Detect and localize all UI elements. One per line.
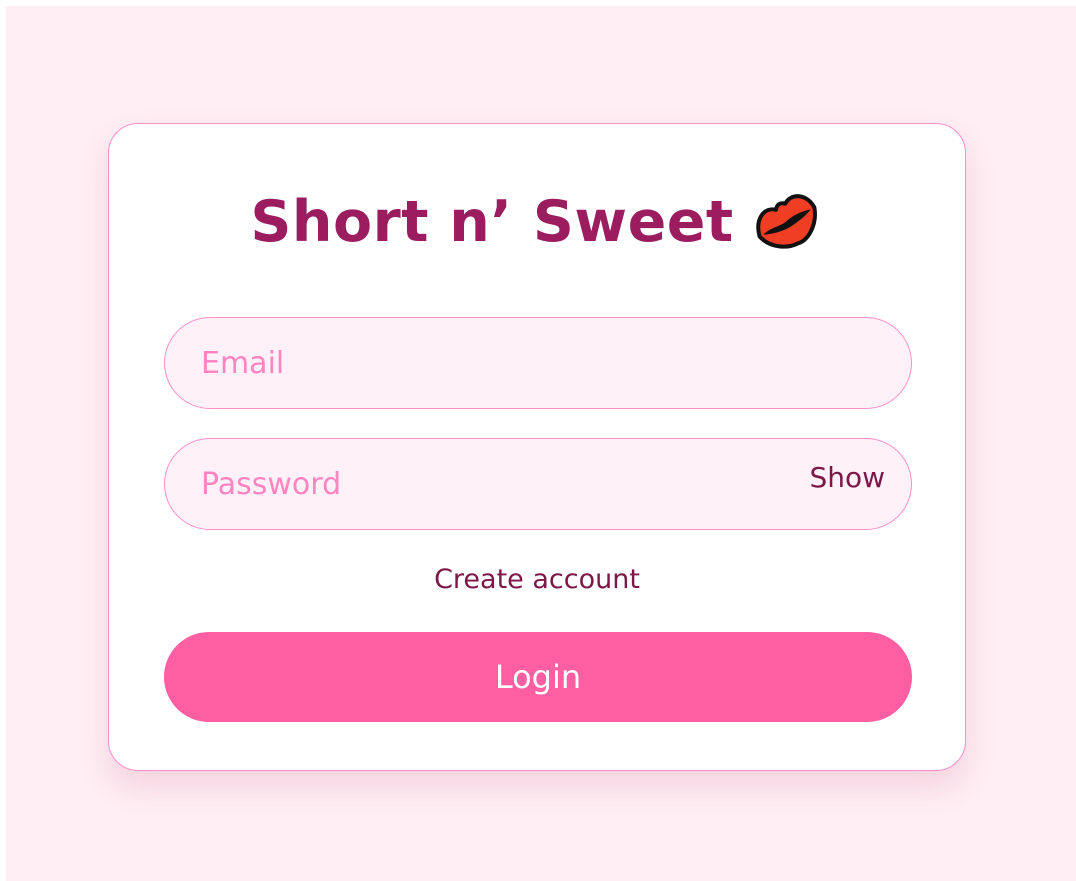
title-row: Short n’ Sweet	[109, 182, 965, 262]
login-button[interactable]: Login	[164, 632, 912, 722]
login-page: Short n’ Sweet Show Create account Login	[6, 6, 1076, 881]
create-account-link[interactable]: Create account	[109, 564, 965, 595]
password-field: Show	[164, 438, 912, 530]
show-password-toggle[interactable]: Show	[809, 461, 885, 494]
password-input[interactable]	[201, 439, 801, 529]
lips-icon	[750, 186, 824, 258]
app-title: Short n’ Sweet	[250, 188, 734, 255]
email-field	[164, 317, 912, 409]
login-card: Short n’ Sweet Show Create account Login	[108, 123, 966, 771]
email-input[interactable]	[201, 318, 801, 408]
